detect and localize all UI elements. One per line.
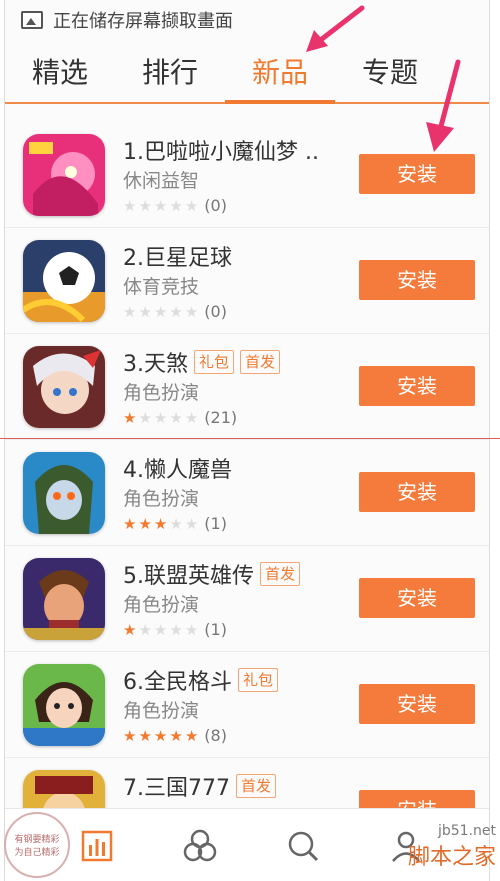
app-icon[interactable]: [23, 134, 105, 216]
app-title: 5.联盟英雄传: [123, 564, 254, 589]
rating-count: (8): [204, 726, 227, 745]
star-icon: ★: [169, 196, 183, 215]
watermark-site: jb51.net: [437, 823, 496, 839]
list-item[interactable]: 3.天煞 礼包 首发 角色扮演 ★ ★ ★ ★ ★ (21) 安装: [5, 334, 489, 440]
app-icon[interactable]: [23, 664, 105, 746]
star-icon: ★: [184, 302, 199, 321]
star-icon: ★: [184, 726, 199, 745]
star-icon: ★: [184, 408, 199, 427]
list-item[interactable]: 1.巴啦啦小魔仙梦 .. 休闲益智 ★ ★ ★ ★ ★ (0) 安装: [5, 122, 489, 228]
star-icon: ★: [138, 514, 152, 533]
star-icon: ★: [123, 302, 137, 321]
status-text: 正在储存屏幕撷取畫面: [53, 11, 233, 32]
rating-count: (0): [204, 302, 227, 321]
annotation-arrow-icon: [426, 59, 461, 152]
app-title: 1.巴啦啦小魔仙梦 ..: [123, 140, 319, 165]
app-title: 4.懒人魔兽: [123, 458, 232, 483]
install-button[interactable]: 安装: [359, 472, 475, 512]
tab-ranking[interactable]: 排行: [115, 44, 225, 102]
star-icon: ★: [153, 620, 168, 639]
app-icon[interactable]: [23, 558, 105, 640]
star-icon: ★: [153, 726, 168, 745]
star-icon: ★: [169, 408, 183, 427]
rating: ★ ★ ★ ★ ★ (8): [123, 726, 227, 745]
rating-count: (1): [204, 620, 227, 639]
star-icon: ★: [123, 408, 137, 427]
rating: ★ ★ ★ ★ ★ (1): [123, 620, 227, 639]
star-icon: ★: [169, 620, 183, 639]
star-icon: ★: [123, 196, 137, 215]
gift-badge: 礼包: [238, 668, 279, 692]
tab-featured[interactable]: 精选: [5, 44, 115, 102]
star-icon: ★: [153, 196, 168, 215]
stamp-logo: 有钢要精彩 为自己精彩: [4, 812, 70, 878]
list-item[interactable]: 5.联盟英雄传 首发 角色扮演 ★ ★ ★ ★ ★ (1) 安装: [5, 546, 489, 652]
star-icon: ★: [138, 620, 152, 639]
app-title: 2.巨星足球: [123, 246, 232, 271]
star-icon: ★: [184, 196, 199, 215]
site-watermark: jb51.net 脚本之家: [408, 823, 496, 871]
star-icon: ★: [153, 302, 168, 321]
app-title: 7.三国777: [123, 776, 230, 801]
install-button[interactable]: 安装: [359, 366, 475, 406]
rating-count: (21): [204, 408, 238, 427]
star-icon: ★: [138, 196, 152, 215]
star-icon: ★: [138, 726, 152, 745]
app-category: 角色扮演: [123, 488, 200, 510]
star-icon: ★: [138, 408, 152, 427]
star-icon: ★: [123, 726, 137, 745]
app-category: 角色扮演: [123, 700, 200, 722]
list-item[interactable]: 4.懒人魔兽 角色扮演 ★ ★ ★ ★ ★ (1) 安装: [5, 440, 489, 546]
app-category: 休闲益智: [123, 170, 200, 192]
debut-badge: 首发: [260, 562, 301, 586]
annotation-line: [0, 438, 500, 439]
star-icon: ★: [123, 514, 137, 533]
app-icon[interactable]: [23, 240, 105, 322]
star-icon: ★: [153, 408, 168, 427]
chart-icon: [81, 830, 112, 861]
rating-count: (0): [204, 196, 227, 215]
app-title: 6.全民格斗: [123, 670, 232, 695]
app-title: 3.天煞: [123, 352, 188, 377]
tab-bar: 精选 排行 新品 专题: [5, 44, 489, 104]
nav-search[interactable]: [251, 816, 354, 876]
app-icon[interactable]: [23, 452, 105, 534]
rating: ★ ★ ★ ★ ★ (0): [123, 196, 227, 215]
install-button[interactable]: 安装: [359, 684, 475, 724]
status-bar: 正在储存屏幕撷取畫面: [5, 0, 489, 40]
circles-icon: [183, 829, 216, 861]
star-icon: ★: [123, 620, 137, 639]
star-icon: ★: [169, 514, 183, 533]
gift-badge: 礼包: [194, 350, 235, 374]
stamp-line2: 为自己精彩: [14, 848, 60, 858]
rating-count: (1): [204, 514, 227, 533]
app-list: 1.巴啦啦小魔仙梦 .. 休闲益智 ★ ★ ★ ★ ★ (0) 安装 2.巨星足…: [5, 122, 489, 864]
star-icon: ★: [169, 726, 183, 745]
star-icon: ★: [153, 514, 168, 533]
list-item[interactable]: 6.全民格斗 礼包 角色扮演 ★ ★ ★ ★ ★ (8) 安装: [5, 652, 489, 758]
list-item[interactable]: 2.巨星足球 体育竞技 ★ ★ ★ ★ ★ (0) 安装: [5, 228, 489, 334]
rating: ★ ★ ★ ★ ★ (0): [123, 302, 227, 321]
rating: ★ ★ ★ ★ ★ (21): [123, 408, 237, 427]
star-icon: ★: [184, 620, 199, 639]
app-category: 角色扮演: [123, 594, 200, 616]
install-button[interactable]: 安装: [359, 260, 475, 300]
app-category: 角色扮演: [123, 382, 200, 404]
debut-badge: 首发: [235, 774, 276, 798]
star-icon: ★: [169, 302, 183, 321]
app-icon[interactable]: [23, 346, 105, 428]
annotation-arrow-icon: [306, 5, 365, 52]
star-icon: ★: [184, 514, 199, 533]
app-category: 体育竞技: [123, 276, 200, 298]
install-button[interactable]: 安装: [359, 578, 475, 618]
image-icon: [21, 11, 43, 29]
debut-badge: 首发: [240, 350, 281, 374]
install-button[interactable]: 安装: [359, 154, 475, 194]
stamp-line1: 有钢要精彩: [14, 835, 60, 845]
nav-categories[interactable]: [148, 816, 251, 876]
watermark-name: 脚本之家: [407, 845, 496, 870]
star-icon: ★: [138, 302, 152, 321]
search-icon: [288, 831, 318, 861]
rating: ★ ★ ★ ★ ★ (1): [123, 514, 227, 533]
